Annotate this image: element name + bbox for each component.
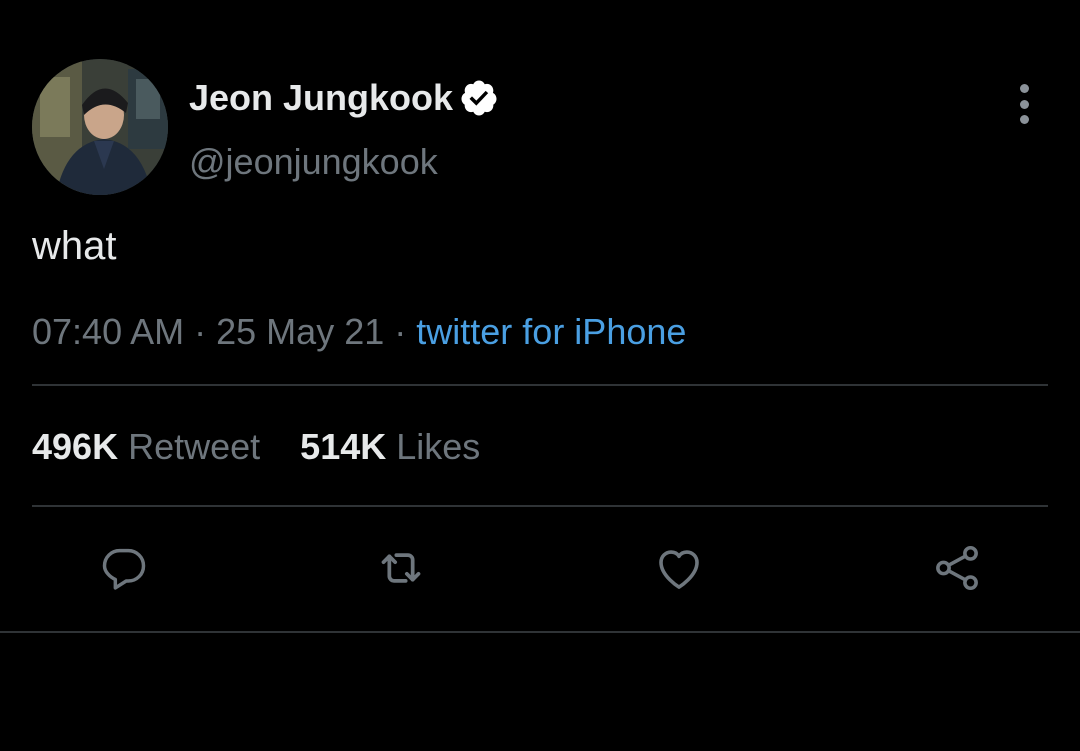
share-icon (936, 545, 978, 591)
reply-button[interactable] (96, 540, 152, 596)
more-dot (1019, 99, 1029, 109)
avatar[interactable] (32, 59, 168, 195)
reply-icon (102, 548, 146, 590)
tweet-date: 25 May 21 (216, 311, 385, 352)
tweet-text: what (32, 224, 117, 268)
like-button[interactable] (651, 540, 707, 596)
meta-separator: · (194, 311, 207, 352)
retweets-stat[interactable]: 496K Retweet (32, 425, 260, 469)
likes-stat[interactable]: 514K Likes (300, 425, 480, 469)
share-button[interactable] (929, 540, 985, 596)
retweets-count: 496K (32, 426, 119, 467)
more-dot (1019, 115, 1029, 124)
tweet-time: 07:40 AM (32, 311, 185, 352)
likes-count: 514K (300, 426, 387, 467)
tweet-source-link[interactable]: twitter for iPhone (416, 311, 686, 352)
divider (32, 384, 1048, 386)
divider (0, 631, 1080, 633)
author-handle[interactable]: @jeonjungkook (189, 140, 438, 184)
divider (32, 505, 1048, 507)
tweet-stats: 496K Retweet 514K Likes (32, 425, 510, 469)
retweet-button[interactable] (373, 540, 429, 596)
author-display-name-row[interactable]: Jeon Jungkook (189, 76, 499, 120)
meta-separator: · (394, 311, 407, 352)
author-display-name[interactable]: Jeon Jungkook (189, 76, 453, 120)
more-options-icon[interactable] (1008, 84, 1040, 124)
heart-icon (659, 550, 699, 589)
retweet-icon (381, 553, 421, 583)
avatar-photo (32, 59, 168, 195)
likes-label: Likes (396, 426, 481, 467)
verified-badge-icon (461, 80, 497, 116)
more-dot (1019, 84, 1029, 93)
tweet-meta: 07:40 AM · 25 May 21 · twitter for iPhon… (32, 310, 686, 354)
retweets-label: Retweet (128, 426, 261, 467)
